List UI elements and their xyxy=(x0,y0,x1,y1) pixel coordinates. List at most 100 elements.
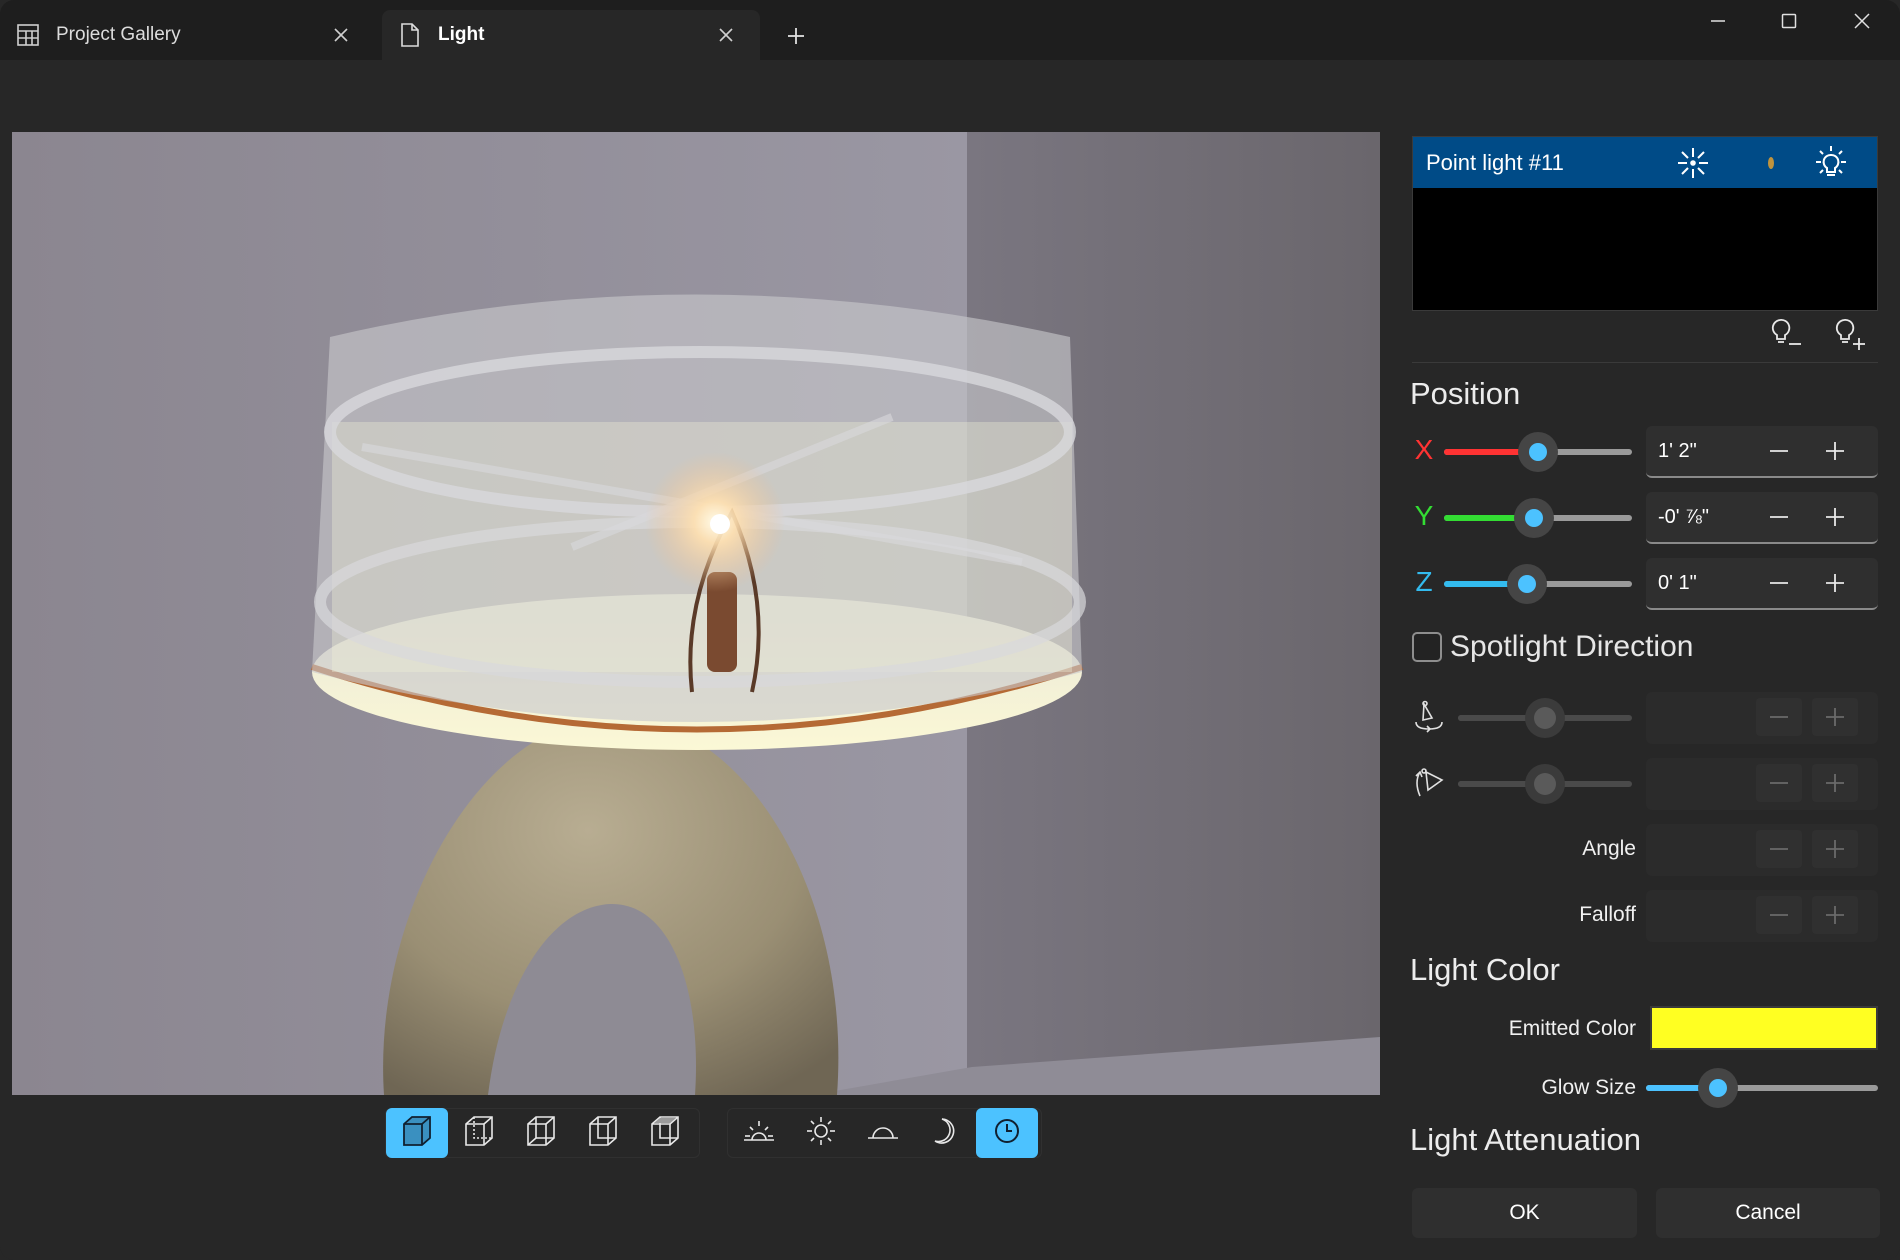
spotlight-tilt-slider[interactable] xyxy=(1458,764,1632,804)
z-increment-button[interactable] xyxy=(1812,564,1858,602)
point-light-type-icon[interactable] xyxy=(1675,145,1711,181)
spotlight-checkbox-label: Spotlight Direction xyxy=(1450,630,1694,663)
tab-label: Project Gallery xyxy=(56,24,181,45)
document-icon xyxy=(398,23,422,47)
maximize-button[interactable] xyxy=(1769,6,1809,36)
emitted-color-swatch[interactable] xyxy=(1650,1006,1878,1050)
angle-label: Angle xyxy=(1582,837,1636,860)
view-solid-icon xyxy=(400,1114,434,1153)
y-axis-label: Y xyxy=(1414,500,1434,531)
position-heading: Position xyxy=(1410,376,1521,411)
x-position-input[interactable] xyxy=(1654,436,1772,466)
sunset-button[interactable] xyxy=(852,1108,914,1158)
z-decrement-button[interactable] xyxy=(1756,564,1802,602)
position-x-row: X xyxy=(1410,426,1880,478)
x-position-slider[interactable] xyxy=(1444,432,1632,472)
x-position-field xyxy=(1646,426,1878,478)
sunrise-button[interactable] xyxy=(728,1108,790,1158)
y-position-slider[interactable] xyxy=(1444,498,1632,538)
remove-light-button[interactable] xyxy=(1768,318,1804,354)
glow-size-slider[interactable] xyxy=(1646,1068,1878,1108)
add-light-button[interactable] xyxy=(1832,318,1868,354)
close-tab-icon[interactable] xyxy=(714,23,738,47)
emitted-color-label: Emitted Color xyxy=(1508,1017,1636,1040)
tab-project-gallery[interactable]: Project Gallery xyxy=(0,10,375,60)
spotlight-falloff-row: Falloff xyxy=(1410,890,1880,942)
view-wireframe-left-icon xyxy=(524,1114,558,1153)
z-position-input[interactable] xyxy=(1654,568,1772,598)
slider-thumb[interactable] xyxy=(1525,764,1565,804)
tab-bar: Project Gallery Light xyxy=(0,0,1900,60)
light-list: Point light #11 xyxy=(1412,136,1878,311)
slider-thumb[interactable] xyxy=(1525,698,1565,738)
slider-thumb[interactable] xyxy=(1514,498,1555,538)
light-add-icon xyxy=(1833,317,1867,356)
view-wireframe-right-button[interactable] xyxy=(572,1108,634,1158)
moon-icon xyxy=(930,1116,960,1151)
light-attenuation-heading: Light Attenuation xyxy=(1410,1122,1641,1157)
moon-button[interactable] xyxy=(914,1108,976,1158)
lighting-toolbar xyxy=(727,1108,1042,1158)
falloff-decrement-button[interactable] xyxy=(1756,896,1802,934)
z-axis-label: Z xyxy=(1415,566,1433,597)
position-y-row: Y xyxy=(1410,492,1880,544)
sunset-icon xyxy=(866,1116,900,1151)
slider-thumb[interactable] xyxy=(1697,1068,1738,1108)
tab-label: Light xyxy=(438,24,485,45)
y-decrement-button[interactable] xyxy=(1756,498,1802,536)
light-color-heading: Light Color xyxy=(1410,952,1560,987)
light-list-item[interactable]: Point light #11 xyxy=(1413,137,1877,188)
view-wireframe-back-button[interactable] xyxy=(448,1108,510,1158)
spotlight-tilt-icon xyxy=(1412,766,1446,805)
z-position-slider[interactable] xyxy=(1444,564,1632,604)
cancel-button[interactable]: Cancel xyxy=(1656,1188,1880,1238)
glow-size-label: Glow Size xyxy=(1541,1076,1636,1099)
slider-thumb[interactable] xyxy=(1506,564,1547,604)
new-tab-button[interactable] xyxy=(782,22,810,50)
falloff-label: Falloff xyxy=(1579,903,1636,926)
rotate-increment-button[interactable] xyxy=(1812,698,1858,736)
spotlight-angle-row: Angle xyxy=(1410,824,1880,876)
light-on-toggle-icon[interactable] xyxy=(1813,145,1849,181)
tab-light[interactable]: Light xyxy=(382,10,760,60)
light-remove-icon xyxy=(1769,317,1803,356)
y-position-input[interactable] xyxy=(1654,502,1772,532)
y-increment-button[interactable] xyxy=(1812,498,1858,536)
sun-button[interactable] xyxy=(790,1108,852,1158)
time-of-day-button[interactable] xyxy=(976,1108,1038,1158)
falloff-increment-button[interactable] xyxy=(1812,896,1858,934)
lamp-scene xyxy=(12,132,1380,1095)
3d-viewport[interactable] xyxy=(12,132,1380,1095)
rotate-decrement-button[interactable] xyxy=(1756,698,1802,736)
view-solid-button[interactable] xyxy=(386,1108,448,1158)
x-axis-label: X xyxy=(1414,434,1434,465)
spotlight-checkbox[interactable] xyxy=(1412,632,1442,662)
view-wireframe-back-icon xyxy=(462,1114,496,1153)
falloff-field xyxy=(1646,890,1878,942)
tilt-decrement-button[interactable] xyxy=(1756,764,1802,802)
spotlight-rotate-slider[interactable] xyxy=(1458,698,1632,738)
x-decrement-button[interactable] xyxy=(1756,432,1802,470)
minimize-button[interactable] xyxy=(1698,6,1738,36)
x-increment-button[interactable] xyxy=(1812,432,1858,470)
divider xyxy=(1412,362,1878,363)
spotlight-direction-toggle[interactable]: Spotlight Direction xyxy=(1412,630,1693,664)
app-window: Project Gallery Light Point light #11 Po… xyxy=(0,0,1900,1260)
spotlight-rotate-row xyxy=(1410,692,1880,744)
close-tab-icon[interactable] xyxy=(329,23,353,47)
ok-button[interactable]: OK xyxy=(1412,1188,1637,1238)
angle-field xyxy=(1646,824,1878,876)
close-window-button[interactable] xyxy=(1842,6,1882,36)
angle-increment-button[interactable] xyxy=(1812,830,1858,868)
view-wireframe-top-button[interactable] xyxy=(634,1108,696,1158)
slider-thumb[interactable] xyxy=(1518,432,1558,472)
spotlight-tilt-row xyxy=(1410,758,1880,810)
view-wireframe-left-button[interactable] xyxy=(510,1108,572,1158)
spotlight-rotate-field xyxy=(1646,692,1878,744)
clock-icon xyxy=(993,1117,1021,1150)
sunrise-icon xyxy=(742,1116,776,1151)
position-z-row: Z xyxy=(1410,558,1880,610)
tilt-increment-button[interactable] xyxy=(1812,764,1858,802)
y-position-field xyxy=(1646,492,1878,544)
angle-decrement-button[interactable] xyxy=(1756,830,1802,868)
